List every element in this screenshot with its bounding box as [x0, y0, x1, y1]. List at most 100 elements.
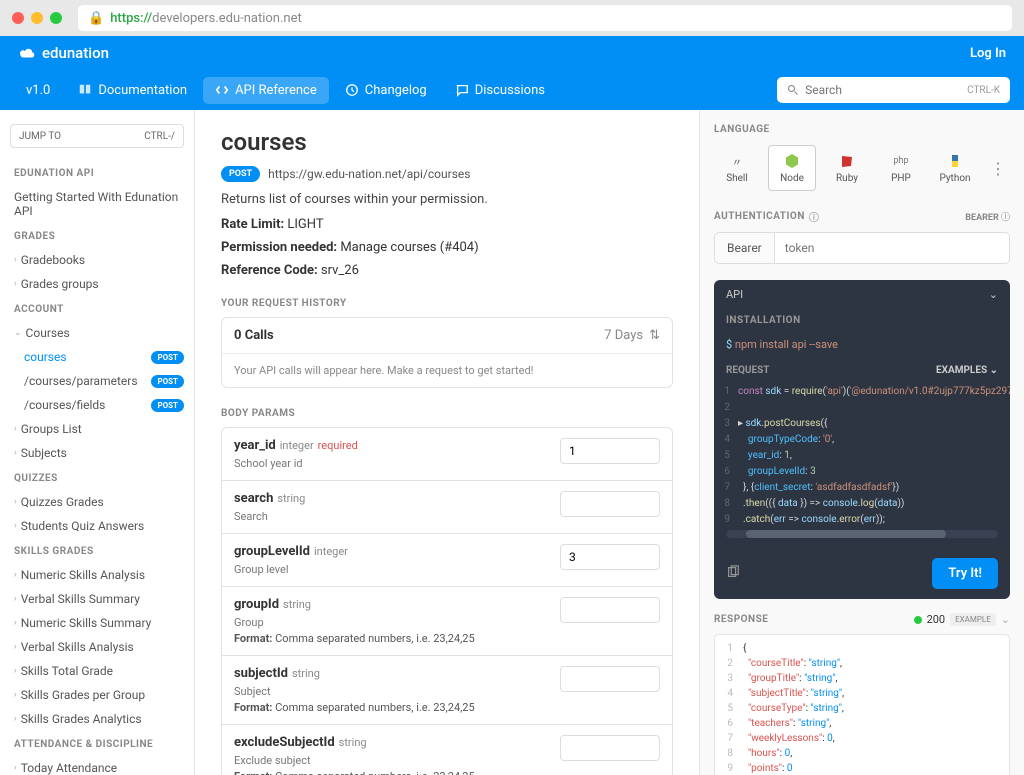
sidebar-item-quizzes-grades[interactable]: ›Quizzes Grades [0, 490, 194, 514]
nav-api-reference[interactable]: API Reference [203, 77, 329, 104]
brand-text: edunation [42, 44, 109, 62]
more-languages-icon[interactable]: ⋮ [986, 159, 1010, 178]
php-icon: php [880, 152, 922, 170]
response-status[interactable]: 200 EXAMPLE ⌄ [914, 613, 1010, 626]
sidebar-item-students-quiz[interactable]: ›Students Quiz Answers [0, 514, 194, 538]
api-panel-title: API [726, 288, 743, 301]
lang-node[interactable]: Node [768, 145, 816, 191]
method-badge: POST [151, 399, 184, 412]
nav-discussions[interactable]: Discussions [443, 77, 557, 104]
copy-icon[interactable] [726, 565, 740, 583]
param-input-search[interactable] [560, 491, 660, 517]
language-selector: 〃Shell Node Ruby phpPHP Python ⋮ [714, 145, 1010, 191]
param-row: searchstringSearch [221, 481, 673, 534]
lang-ruby[interactable]: Ruby [824, 146, 870, 190]
code-panel: API ⌄ INSTALLATION $ npm install api --s… [714, 280, 1010, 599]
info-icon[interactable]: ⓘ [1001, 213, 1010, 223]
sidebar-item[interactable]: ›Numeric Skills Summary [0, 611, 194, 635]
sidebar-sub-fields[interactable]: /courses/fieldsPOST [0, 393, 194, 417]
sidebar-sub-courses[interactable]: coursesPOST [0, 345, 194, 369]
selector-icon: ⇅ [649, 328, 660, 343]
sidebar-item[interactable]: ›Verbal Skills Summary [0, 587, 194, 611]
sidebar-item-courses[interactable]: ⌄Courses [0, 321, 194, 345]
sidebar-item-subjects[interactable]: ›Subjects [0, 441, 194, 465]
sidebar-item[interactable]: ›Skills Grades Analytics [0, 707, 194, 731]
example-badge: EXAMPLE [950, 613, 996, 626]
search-shortcut: CTRL-K [967, 85, 1000, 96]
reference-code: Reference Code: srv_26 [221, 263, 673, 278]
info-icon[interactable]: ⓘ [809, 209, 820, 224]
auth-input: Bearer [714, 232, 1010, 264]
sidebar-section-api: EDUNATION API [0, 160, 194, 185]
chevron-down-icon[interactable]: ⌄ [989, 288, 998, 301]
sidebar-section-skills: SKILLS GRADES [0, 538, 194, 563]
book-icon [78, 83, 92, 97]
nav-changelog[interactable]: Changelog [333, 77, 439, 104]
sidebar-item-getting-started[interactable]: Getting Started With Edunation API [0, 185, 194, 223]
jump-to[interactable]: JUMP TOCTRL-/ [10, 124, 184, 148]
minimize-icon[interactable] [31, 12, 43, 24]
sidebar-item-gradebooks[interactable]: ›Gradebooks [0, 248, 194, 272]
request-history: 0 Calls 7 Days⇅ Your API calls will appe… [221, 317, 673, 388]
node-icon [771, 152, 813, 170]
install-command: $ npm install api --save [714, 332, 1010, 357]
token-input[interactable] [775, 233, 1009, 263]
login-link[interactable]: Log In [970, 46, 1006, 61]
sidebar-item-grades-groups[interactable]: ›Grades groups [0, 272, 194, 296]
nav-version[interactable]: v1.0 [14, 77, 62, 104]
address-bar[interactable]: 🔒 https://developers.edu-nation.net [78, 5, 1012, 31]
sidebar-item[interactable]: ›Numeric Skills Analysis [0, 563, 194, 587]
history-label: YOUR REQUEST HISTORY [221, 298, 673, 309]
nav-documentation[interactable]: Documentation [66, 77, 199, 104]
chevron-right-icon: › [14, 666, 17, 676]
sidebar-item[interactable]: ›Skills Grades per Group [0, 683, 194, 707]
param-input-year_id[interactable] [560, 438, 660, 464]
param-input-groupLevelId[interactable] [560, 544, 660, 570]
examples-dropdown[interactable]: EXAMPLES ⌄ [936, 365, 998, 376]
chevron-right-icon: › [14, 570, 17, 580]
chevron-right-icon: › [14, 497, 17, 507]
code-example: 1const sdk = require('api')('@edunation/… [714, 380, 1010, 548]
sidebar-section-grades: GRADES [0, 223, 194, 248]
response-body: 1{ 2 "courseTitle": "string", 3 "groupTi… [714, 634, 1010, 775]
rate-limit: Rate Limit: LIGHT [221, 217, 673, 232]
chevron-right-icon: › [14, 763, 17, 773]
sidebar-item[interactable]: ›Skills Total Grade [0, 659, 194, 683]
brand-logo[interactable]: edunation [18, 44, 109, 62]
sidebar-item[interactable]: ›Verbal Skills Analysis [0, 635, 194, 659]
body-params-label: BODY PARAMS [221, 408, 673, 419]
sidebar-section-quizzes: QUIZZES [0, 465, 194, 490]
chevron-right-icon: › [14, 255, 17, 265]
sidebar-item-groups-list[interactable]: ›Groups List [0, 417, 194, 441]
chat-icon [455, 83, 469, 97]
sidebar-sub-parameters[interactable]: /courses/parametersPOST [0, 369, 194, 393]
param-input-groupId[interactable] [560, 597, 660, 623]
param-input-excludeSubjectId[interactable] [560, 735, 660, 761]
lang-php[interactable]: phpPHP [878, 146, 924, 190]
app-header: edunation Log In v1.0 Documentation API … [0, 36, 1024, 110]
lang-python[interactable]: Python [932, 146, 978, 190]
history-empty-msg: Your API calls will appear here. Make a … [222, 354, 672, 387]
param-row: excludeSubjectIdstringExclude subjectFor… [221, 725, 673, 775]
url-protocol: https:// [110, 11, 152, 26]
request-label: REQUEST [726, 365, 770, 376]
response-label: RESPONSE [714, 614, 768, 625]
chevron-right-icon: › [14, 279, 17, 289]
try-it-button[interactable]: Try It! [932, 558, 998, 589]
search-box[interactable]: CTRL-K [777, 77, 1010, 103]
main-content: courses POST https://gw.edu-nation.net/a… [195, 110, 699, 775]
param-row: year_idintegerrequiredSchool year id [221, 427, 673, 481]
history-calls: 0 Calls [234, 328, 274, 343]
shell-icon: 〃 [716, 152, 758, 170]
close-icon[interactable] [12, 12, 24, 24]
browser-titlebar: 🔒 https://developers.edu-nation.net [0, 0, 1024, 36]
chevron-right-icon: › [14, 521, 17, 531]
permission: Permission needed: Manage courses (#404) [221, 240, 673, 255]
search-input[interactable] [805, 83, 961, 97]
horizontal-scrollbar[interactable] [726, 530, 998, 538]
history-period[interactable]: 7 Days⇅ [604, 328, 660, 343]
param-input-subjectId[interactable] [560, 666, 660, 692]
lang-shell[interactable]: 〃Shell [714, 146, 760, 190]
sidebar-item-today-attendance[interactable]: ›Today Attendance [0, 756, 194, 775]
maximize-icon[interactable] [50, 12, 62, 24]
